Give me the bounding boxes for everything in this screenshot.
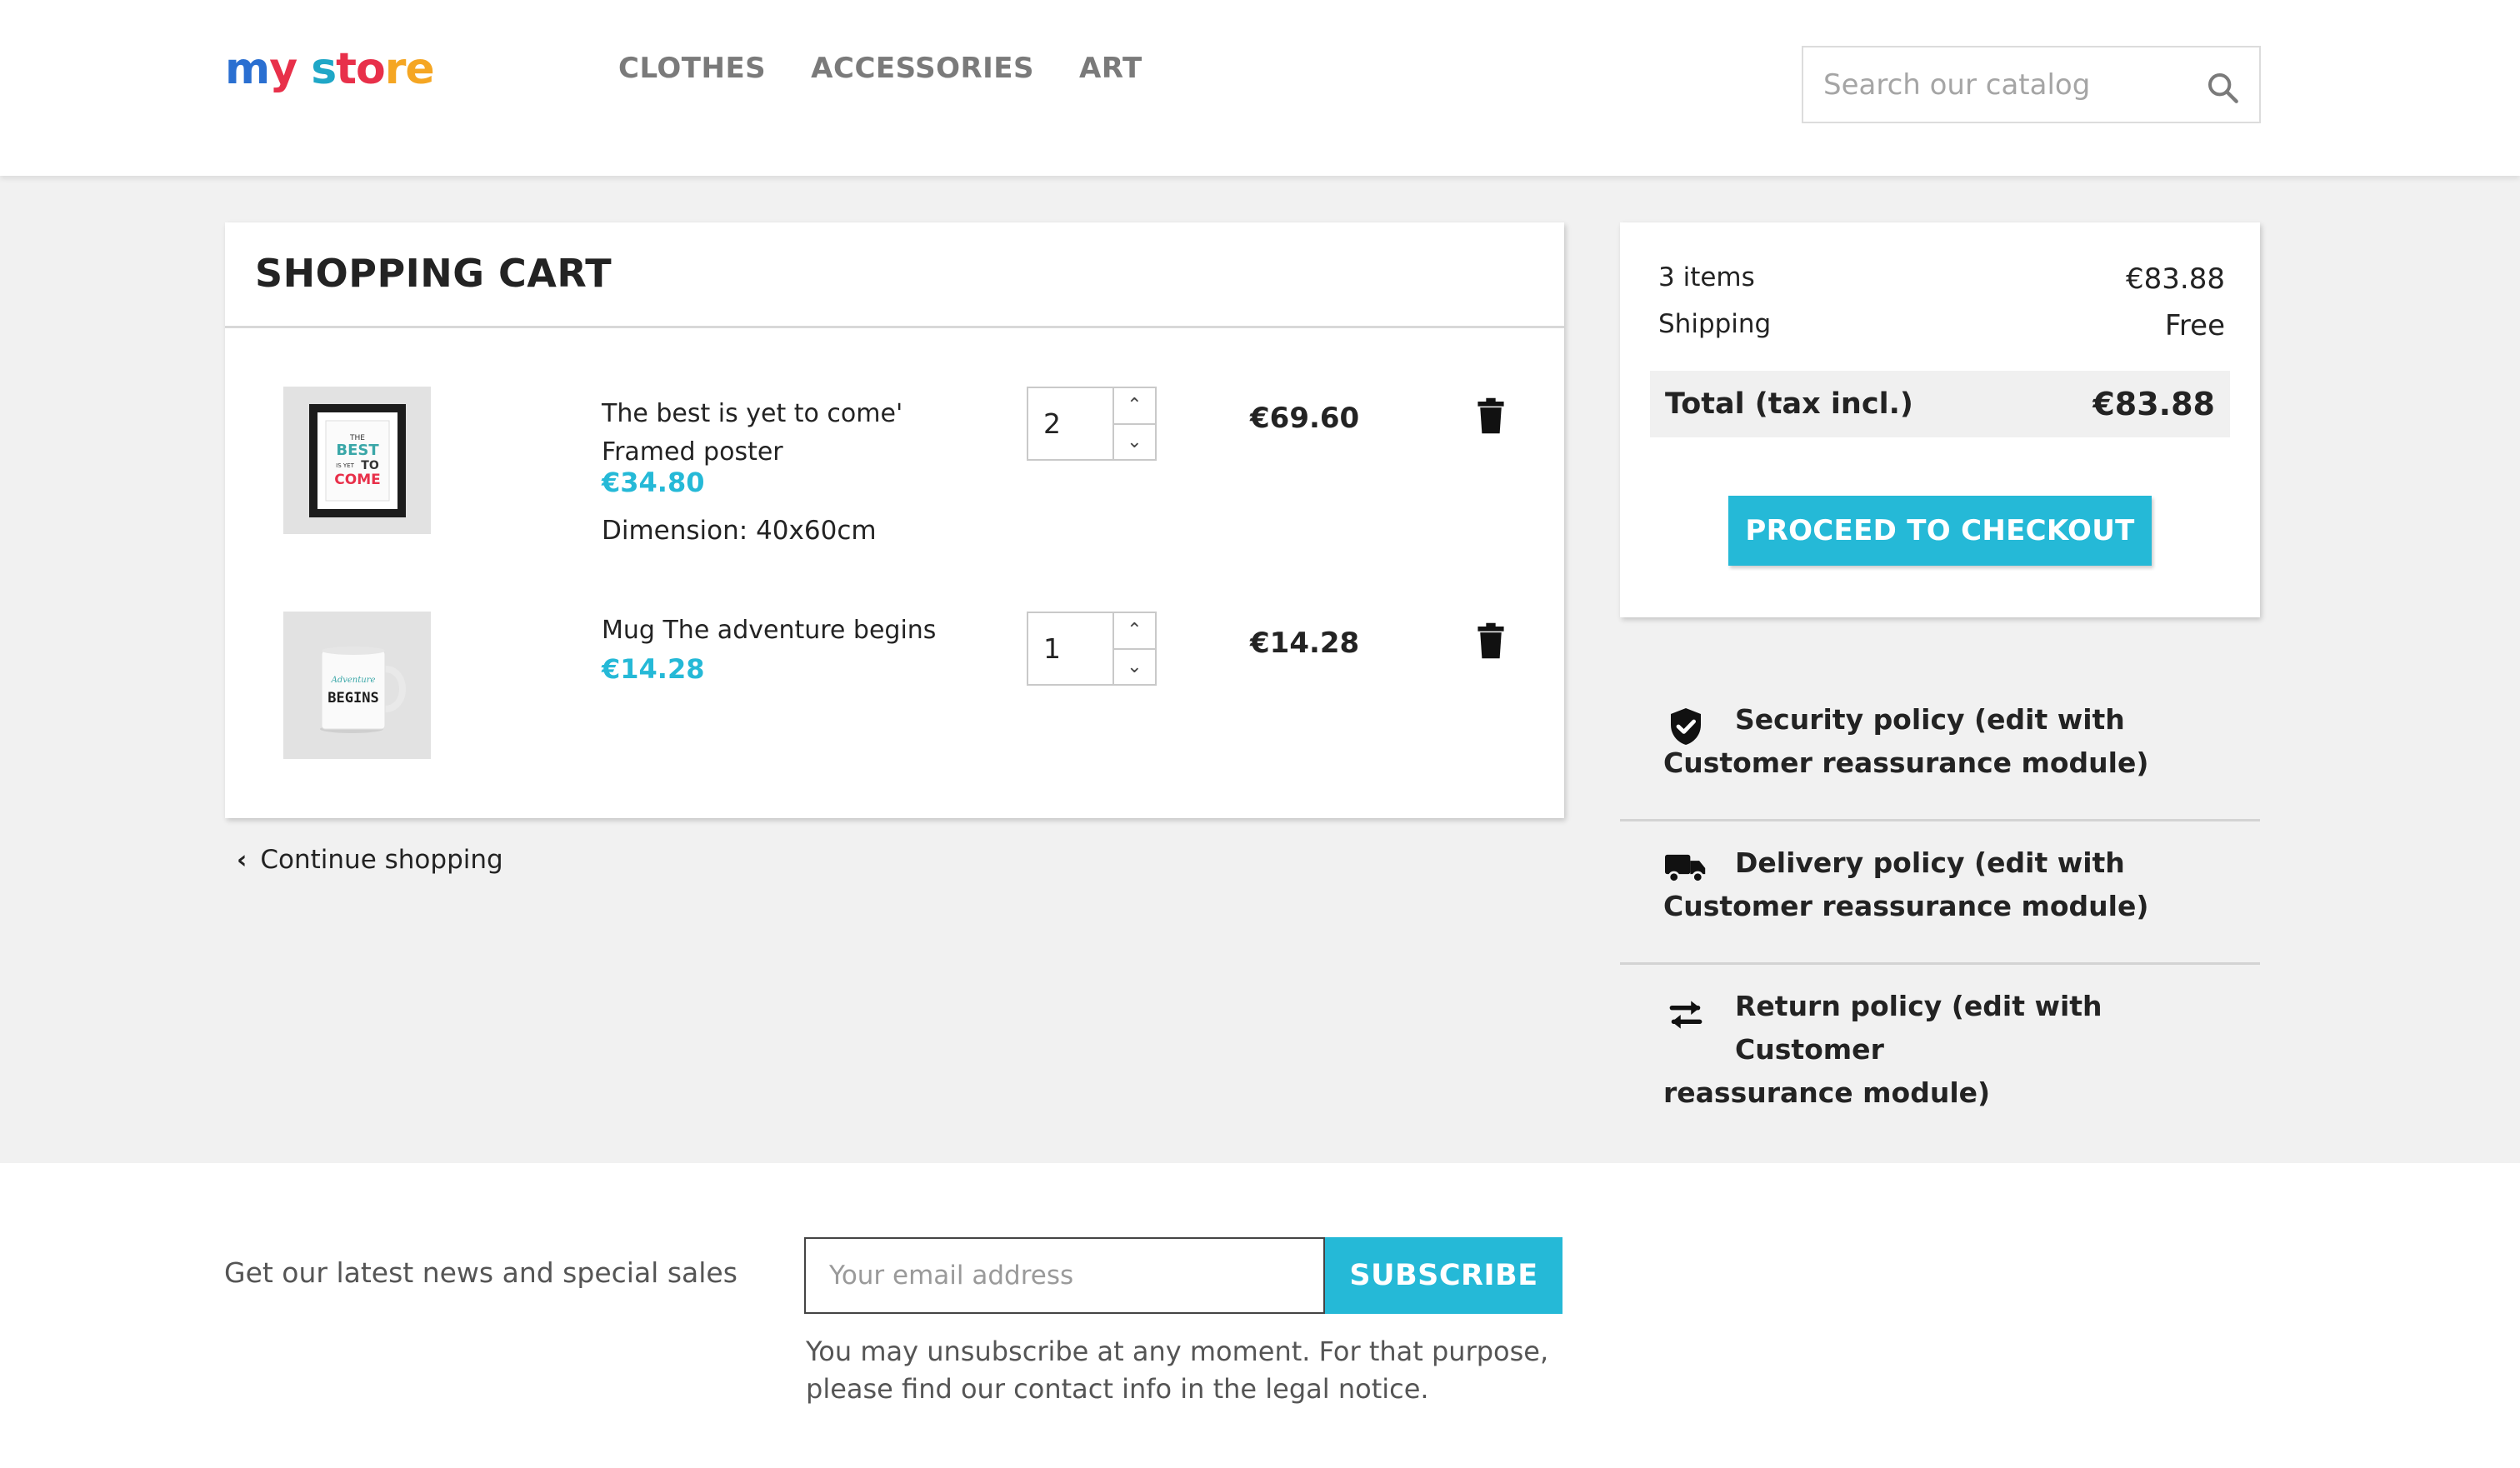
- proceed-to-checkout-button[interactable]: PROCEED TO CHECKOUT: [1728, 496, 2152, 566]
- policy-text: Return policy (edit with Customer reassu…: [1663, 985, 2238, 1115]
- chevron-down-icon: ⌄: [1127, 656, 1142, 677]
- nav-item-accessories[interactable]: ACCESSORIES: [811, 52, 1034, 85]
- policy-text: Delivery policy (edit with Customer reas…: [1663, 841, 2238, 928]
- email-field[interactable]: [806, 1239, 1323, 1312]
- mug-text: Adventure: [330, 676, 375, 685]
- logo-part: re: [384, 44, 435, 94]
- product-image[interactable]: THE BEST IS YET TO COME: [283, 387, 431, 534]
- logo-part: m: [225, 44, 270, 94]
- chevron-down-icon: ⌄: [1127, 431, 1142, 452]
- page-title: SHOPPING CART: [255, 251, 612, 296]
- policy-line: Customer reassurance module): [1663, 746, 2149, 779]
- search-input[interactable]: [1803, 47, 2187, 122]
- shipping-value: Free: [2164, 309, 2225, 342]
- cart-item: Adventure BEGINS Mug The adventure begin…: [225, 612, 1564, 778]
- product-name-line: The best is yet to come': [602, 399, 903, 428]
- summary-items-row: 3 items €83.88: [1658, 262, 2225, 296]
- store-logo[interactable]: my store: [225, 40, 435, 98]
- quantity-input[interactable]: 2: [1028, 388, 1114, 459]
- policy-text: Security policy (edit with Customer reas…: [1663, 698, 2238, 785]
- product-image[interactable]: Adventure BEGINS: [283, 612, 431, 759]
- continue-shopping-link[interactable]: ‹ Continue shopping: [237, 845, 503, 875]
- mug-text: BEGINS: [328, 690, 378, 707]
- logo-part: to: [336, 44, 386, 94]
- logo-part: s: [311, 44, 337, 94]
- summary-shipping-row: Shipping Free: [1658, 309, 2225, 342]
- search-box: [1802, 46, 2261, 123]
- product-attribute: Dimension: 40x60cm: [602, 516, 877, 546]
- divider: [225, 326, 1564, 328]
- policy-line: Security policy (edit with: [1735, 703, 2125, 736]
- poster-text: BEST: [336, 442, 379, 459]
- mug-image: Adventure BEGINS: [319, 646, 406, 733]
- unsubscribe-notice: You may unsubscribe at any moment. For t…: [806, 1333, 1556, 1408]
- divider: [1620, 962, 2260, 965]
- cart-panel: SHOPPING CART THE BEST IS YET TO COME Th…: [225, 222, 1564, 818]
- search-icon[interactable]: [2206, 71, 2239, 104]
- items-subtotal: €83.88: [2126, 262, 2225, 296]
- continue-shopping-label: Continue shopping: [260, 845, 503, 875]
- unit-price: €34.80: [602, 467, 705, 498]
- line-total: €69.60: [1250, 402, 1360, 435]
- quantity-stepper: 2 ⌃ ⌄: [1027, 387, 1157, 461]
- poster-text: IS YET: [336, 462, 354, 469]
- policy-line: reassurance module): [1663, 1076, 1991, 1109]
- summary-total-row: Total (tax incl.) €83.88: [1650, 371, 2230, 437]
- delete-icon[interactable]: [1477, 622, 1505, 659]
- poster-text: TO: [361, 459, 379, 472]
- policy-line: Delivery policy (edit with: [1735, 846, 2125, 879]
- increment-button[interactable]: ⌃: [1114, 388, 1155, 423]
- increment-button[interactable]: ⌃: [1114, 613, 1155, 648]
- nav-item-art[interactable]: ART: [1079, 52, 1142, 85]
- subscribe-button[interactable]: SUBSCRIBE: [1325, 1237, 1562, 1314]
- shipping-label: Shipping: [1658, 309, 1772, 339]
- product-name[interactable]: The best is yet to come' Framed poster: [602, 395, 952, 472]
- line-total: €14.28: [1250, 627, 1360, 660]
- email-field-wrapper: [804, 1237, 1325, 1314]
- chevron-up-icon: ⌃: [1127, 620, 1142, 642]
- chevron-left-icon: ‹: [237, 845, 248, 875]
- unit-price: €14.28: [602, 653, 705, 685]
- chevron-up-icon: ⌃: [1127, 395, 1142, 417]
- unsubscribe-line: You may unsubscribe at any moment. For t…: [806, 1336, 1549, 1367]
- unsubscribe-line: please find our contact info in the lega…: [806, 1373, 1429, 1405]
- main-nav: CLOTHES ACCESSORIES ART: [618, 52, 1142, 85]
- total-value: €83.88: [2092, 386, 2215, 422]
- product-name-line: Mug The adventure begins: [602, 616, 937, 645]
- product-name[interactable]: Mug The adventure begins: [602, 612, 952, 650]
- framed-poster-image: THE BEST IS YET TO COME: [308, 403, 406, 517]
- quantity-stepper: 1 ⌃ ⌄: [1027, 612, 1157, 686]
- policy-line: Customer reassurance module): [1663, 890, 2149, 922]
- poster-text: COME: [334, 472, 380, 488]
- quantity-input[interactable]: 1: [1028, 613, 1114, 684]
- divider: [1620, 819, 2260, 821]
- nav-item-clothes[interactable]: CLOTHES: [618, 52, 766, 85]
- newsletter-label: Get our latest news and special sales: [224, 1256, 738, 1289]
- items-count: 3 items: [1658, 262, 1755, 292]
- logo-part: y: [269, 44, 312, 94]
- site-header: my store CLOTHES ACCESSORIES ART: [0, 0, 2520, 176]
- cart-summary: 3 items €83.88 Shipping Free Total (tax …: [1620, 222, 2260, 617]
- cart-item: THE BEST IS YET TO COME The best is yet …: [225, 387, 1564, 553]
- decrement-button[interactable]: ⌄: [1113, 647, 1155, 685]
- decrement-button[interactable]: ⌄: [1113, 422, 1155, 460]
- policy-line: Return policy (edit with Customer: [1735, 990, 2102, 1066]
- delete-icon[interactable]: [1477, 397, 1505, 434]
- total-label: Total (tax incl.): [1665, 387, 1913, 421]
